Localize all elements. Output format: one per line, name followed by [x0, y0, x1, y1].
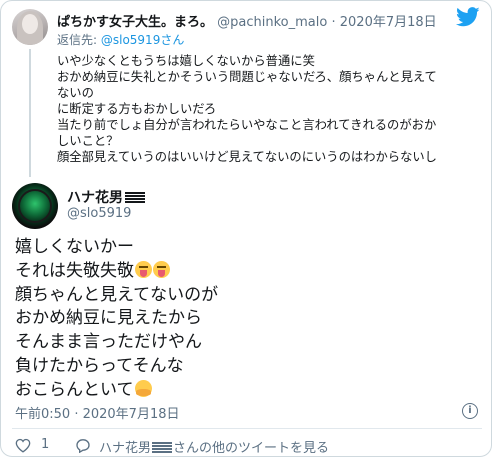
squinting-tongue-emoji — [135, 260, 152, 278]
reply-to-line: 返信先: @slo5919さん — [57, 31, 184, 48]
main-text-line: そんまま言っただけやん — [15, 332, 202, 353]
main-name-text: ハナ花男 — [67, 190, 123, 206]
like-count[interactable]: 1 — [41, 437, 49, 452]
parent-text-line: 当たり前でしょ自分が言われたらいやなこと言われてきれるのがおか — [57, 118, 437, 132]
main-avatar[interactable] — [12, 183, 58, 229]
parent-display-name[interactable]: ぱちかす女子大生。まろ。 — [57, 15, 213, 30]
parent-text-line: 顔全部見えていうのはいいけど見えてないのにいうのはわからないし — [57, 150, 437, 164]
main-text-line: 顔ちゃんと見えてないのが — [15, 284, 219, 305]
main-text-line-with-emoji: それは失敬失敬 — [15, 260, 218, 284]
more-suffix: さんの他のツイートを見る — [173, 441, 330, 456]
main-text-line: おかめ納豆に見えたから — [15, 308, 202, 329]
info-icon[interactable]: i — [462, 403, 478, 419]
parent-header: ぱちかす女子大生。まろ。 @pachinko_malo · 2020年7月18日 — [57, 11, 437, 30]
parent-text-line: に断定する方もおかしいだろ — [57, 102, 217, 116]
parent-text-line: しいこと？ — [57, 134, 119, 148]
tweet-card: ぱちかす女子大生。まろ。 @pachinko_malo · 2020年7月18日… — [0, 0, 492, 457]
hugging-face-emoji — [134, 379, 152, 397]
heart-icon[interactable] — [15, 438, 31, 453]
reply-mention-link[interactable]: @slo5919さん — [101, 33, 184, 47]
main-handle[interactable]: @slo5919 — [67, 206, 131, 221]
main-text-line: 嬉しくないかー — [15, 237, 134, 257]
thread-connector — [29, 49, 31, 177]
main-display-name[interactable]: ハナ花男 — [67, 187, 145, 207]
main-text-line: おこらんといて — [15, 379, 134, 400]
separator-dot: · — [331, 15, 336, 30]
parent-tweet-text: いや少なくともうちは嬉しくないから普通に笑 おかめ納豆に失礼とかそういう問題じゃ… — [57, 53, 479, 165]
reply-prefix: 返信先: — [57, 33, 101, 47]
tweet-timestamp[interactable]: 午前0:50 · 2020年7月18日 — [15, 403, 180, 422]
parent-text-line: いや少なくともうちは嬉しくないから普通に笑 — [57, 54, 315, 68]
name-glyph-block — [125, 191, 145, 203]
divider — [12, 428, 482, 429]
parent-handle[interactable]: @pachinko_malo — [217, 15, 327, 30]
twitter-bird-icon[interactable] — [456, 7, 480, 27]
main-tweet-text: 嬉しくないかー それは失敬失敬 顔ちゃんと見えてないのが おかめ納豆に見えたから… — [15, 236, 218, 403]
more-prefix: ハナ花男 — [99, 441, 152, 456]
main-text-line-with-emoji: おこらんといて — [15, 379, 218, 403]
parent-text-line: おかめ納豆に失礼とかそういう問題じゃないだろ、顔ちゃんと見えて — [57, 70, 437, 84]
comment-icon[interactable] — [75, 438, 91, 453]
name-glyph-block — [152, 441, 173, 453]
parent-text-line: ないの — [57, 86, 94, 100]
main-text-line: 負けたからってそんな — [15, 355, 184, 376]
squinting-tongue-emoji — [153, 260, 170, 278]
more-tweets-link[interactable]: ハナ花男 さんの他のツイートを見る — [99, 437, 329, 456]
parent-avatar[interactable] — [12, 9, 48, 45]
parent-date[interactable]: 2020年7月18日 — [340, 15, 437, 30]
main-text-line: それは失敬失敬 — [15, 260, 134, 281]
